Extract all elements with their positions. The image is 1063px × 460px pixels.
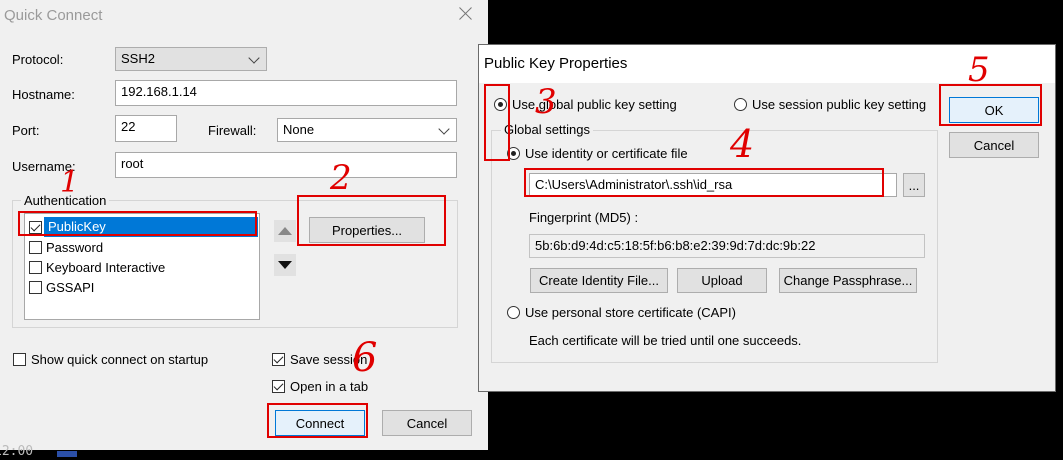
quick-connect-title: Quick Connect [4, 7, 103, 24]
use-session-label: Use session public key setting [752, 97, 927, 112]
auth-item-password[interactable]: Password [25, 237, 259, 257]
fingerprint-value: 5b:6b:d9:4d:c5:18:5f:b6:b8:e2:39:9d:7d:d… [529, 234, 925, 258]
auth-item-gssapi[interactable]: GSSAPI [25, 277, 259, 297]
port-input[interactable]: 22 [115, 115, 177, 142]
protocol-label: Protocol: [12, 52, 64, 67]
checkbox-icon[interactable] [29, 240, 42, 254]
auth-item-label: Keyboard Interactive [46, 259, 166, 275]
annotation-number: 4 [730, 122, 755, 166]
checkbox-icon[interactable] [13, 353, 26, 366]
hostname-label: Hostname: [12, 87, 75, 102]
annotation-number: 1 [60, 165, 80, 200]
move-down-button[interactable] [274, 254, 296, 276]
protocol-value: SSH2 [121, 51, 155, 66]
background-terminal-text: 12:00 [0, 444, 34, 459]
checkbox-checked-icon[interactable] [272, 353, 285, 366]
chevron-down-icon [438, 123, 450, 135]
annotation-box-connect [267, 403, 368, 438]
show-on-startup-label: Show quick connect on startup [31, 352, 209, 367]
checkbox-icon[interactable] [29, 260, 42, 274]
annotation-box-global-setting [484, 84, 510, 161]
auth-item-label: GSSAPI [46, 279, 95, 295]
checkbox-checked-icon[interactable] [272, 380, 285, 393]
annotation-number: 6 [352, 335, 378, 381]
port-label: Port: [12, 123, 40, 138]
upload-button[interactable]: Upload [677, 268, 767, 293]
radio-icon[interactable] [507, 306, 520, 319]
firewall-select[interactable]: None [277, 118, 457, 142]
open-in-tab-label: Open in a tab [290, 379, 369, 394]
public-key-title: Public Key Properties [484, 55, 628, 72]
auth-item-keyboard-interactive[interactable]: Keyboard Interactive [25, 257, 259, 277]
arrow-up-icon [278, 227, 292, 235]
annotation-number: 2 [330, 158, 352, 198]
auth-item-label: Password [46, 239, 104, 255]
global-settings-label: Global settings [501, 122, 593, 137]
annotation-number: 3 [535, 82, 557, 122]
auth-selected-label: PublicKey [48, 219, 106, 234]
cancel-button[interactable]: Cancel [382, 410, 472, 436]
annotation-box-identity-file [524, 168, 884, 197]
use-global-option[interactable]: Use global public key setting [494, 97, 677, 112]
use-identity-option[interactable]: Use identity or certificate file [507, 146, 688, 161]
create-identity-button[interactable]: Create Identity File... [530, 268, 668, 293]
change-passphrase-button[interactable]: Change Passphrase... [779, 268, 917, 293]
hostname-input[interactable]: 192.168.1.14 [115, 80, 457, 106]
use-personal-store-option[interactable]: Use personal store certificate (CAPI) [507, 305, 736, 320]
arrow-down-icon [278, 261, 292, 269]
open-in-tab-option[interactable]: Open in a tab [272, 379, 368, 394]
username-input[interactable]: root [115, 152, 457, 178]
firewall-label: Firewall: [208, 123, 257, 138]
browse-button[interactable]: ... [903, 173, 925, 197]
protocol-select[interactable]: SSH2 [115, 47, 267, 71]
use-identity-label: Use identity or certificate file [525, 146, 688, 161]
use-session-option[interactable]: Use session public key setting [734, 97, 926, 112]
annotation-box-ok [939, 84, 1042, 126]
background-tag [57, 451, 77, 457]
use-personal-store-label: Use personal store certificate (CAPI) [525, 305, 736, 320]
move-up-button[interactable] [274, 220, 296, 242]
radio-icon[interactable] [734, 98, 747, 111]
show-on-startup-option[interactable]: Show quick connect on startup [13, 352, 208, 367]
chevron-down-icon [248, 52, 260, 64]
close-icon[interactable] [456, 4, 476, 24]
annotation-number: 5 [968, 50, 990, 90]
annotation-box-properties [297, 195, 446, 246]
fingerprint-label: Fingerprint (MD5) : [529, 210, 639, 225]
cancel-button[interactable]: Cancel [949, 132, 1039, 158]
checkbox-icon[interactable] [29, 280, 42, 294]
certificate-note: Each certificate will be tried until one… [529, 333, 802, 348]
firewall-value: None [283, 122, 315, 137]
